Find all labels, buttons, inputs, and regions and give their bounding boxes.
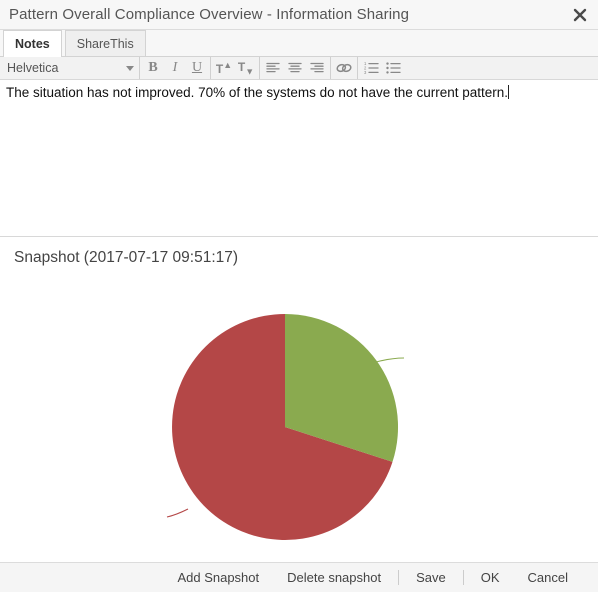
tab-notes[interactable]: Notes (3, 30, 62, 57)
close-button[interactable] (569, 4, 591, 26)
leader-line-non-compliant (166, 508, 189, 518)
notes-text: The situation has not improved. 70% of t… (6, 85, 509, 100)
tab-notes-label: Notes (15, 37, 50, 51)
align-right-icon (310, 62, 324, 73)
align-center-icon (288, 62, 302, 73)
ok-button[interactable]: OK (467, 570, 514, 585)
tab-sharethis-label: ShareThis (76, 37, 134, 51)
dialog-titlebar: Pattern Overall Compliance Overview - In… (0, 0, 598, 30)
save-button[interactable]: Save (402, 570, 460, 585)
delete-snapshot-button[interactable]: Delete snapshot (273, 570, 395, 585)
italic-button[interactable]: I (164, 57, 186, 79)
link-button[interactable] (333, 57, 355, 79)
dialog-footer: Add Snapshot Delete snapshot Save OK Can… (0, 562, 598, 592)
svg-text:3: 3 (364, 70, 367, 74)
italic-icon: I (172, 60, 178, 75)
close-icon (573, 8, 587, 21)
tabbar: Notes ShareThis (0, 30, 598, 57)
unordered-list-icon (385, 62, 401, 74)
notes-editor[interactable]: The situation has not improved. 70% of t… (0, 80, 598, 236)
chevron-down-icon (126, 65, 134, 71)
snapshot-section: Snapshot (2017-07-17 09:51:17) 30.00 % 7… (0, 237, 598, 562)
align-left-button[interactable] (262, 57, 284, 79)
cancel-button[interactable]: Cancel (514, 570, 582, 585)
tab-sharethis[interactable]: ShareThis (64, 30, 146, 56)
dialog-title: Pattern Overall Compliance Overview - In… (9, 6, 410, 23)
ordered-list-icon: 123 (364, 62, 379, 74)
subscript-button[interactable]: T▼ (235, 57, 257, 79)
bold-icon: B (148, 60, 158, 75)
link-icon (336, 63, 352, 73)
align-center-button[interactable] (284, 57, 306, 79)
link-group (331, 57, 358, 79)
notes-dialog: Pattern Overall Compliance Overview - In… (0, 0, 598, 592)
script-group: T▲ T▼ (211, 57, 260, 79)
footer-divider (398, 570, 400, 585)
superscript-button[interactable]: T▲ (213, 57, 235, 79)
font-family-select[interactable]: Helvetica (0, 57, 140, 79)
editor-toolbar: Helvetica B I U T▲ T▼ 1 2 3 (0, 57, 598, 80)
underline-icon: U (191, 60, 203, 75)
pie-chart-svg (166, 314, 405, 540)
bold-button[interactable]: B (142, 57, 164, 79)
add-snapshot-button[interactable]: Add Snapshot (163, 570, 273, 585)
pie-chart: 30.00 % 70.00 % (0, 237, 598, 555)
leader-line-compliant (375, 357, 405, 363)
alignment-group (260, 57, 331, 79)
list-group: 123 (358, 57, 406, 79)
font-family-value: Helvetica (7, 61, 59, 75)
footer-divider (462, 570, 464, 585)
align-right-button[interactable] (306, 57, 328, 79)
ordered-list-button[interactable]: 123 (360, 57, 382, 79)
text-style-group: B I U (140, 57, 211, 79)
subscript-icon: T▼ (237, 59, 255, 77)
superscript-icon: T▲ (215, 60, 233, 76)
underline-button[interactable]: U (186, 57, 208, 79)
unordered-list-button[interactable] (382, 57, 404, 79)
align-left-icon (266, 62, 280, 73)
text-caret (508, 85, 510, 99)
